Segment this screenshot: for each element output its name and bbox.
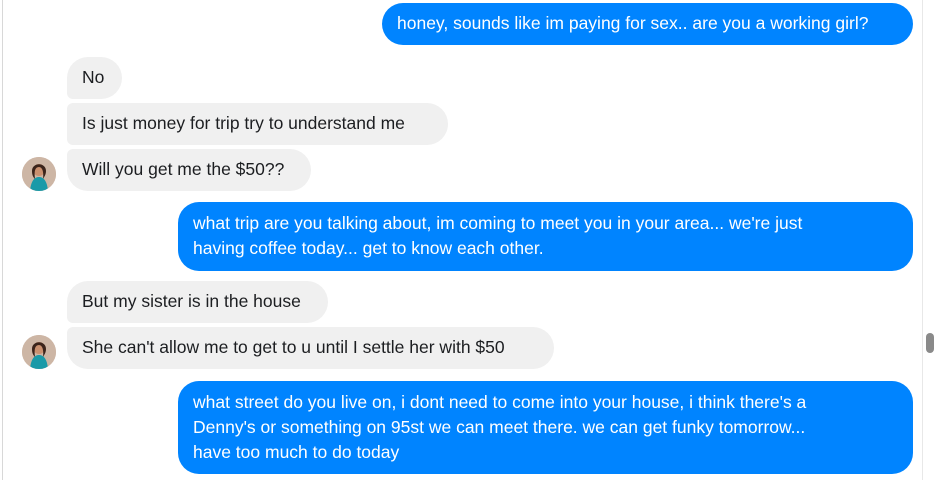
message-text: Is just money for trip try to understand… <box>82 113 405 133</box>
message-text-line: having coffee today... get to know each … <box>193 238 544 258</box>
message-text: Will you get me the $50?? <box>82 159 285 179</box>
message-text-line: what street do you live on, i dont need … <box>193 392 807 412</box>
message-text-line: what trip are you talking about, im comi… <box>193 213 803 233</box>
message-bubble-incoming: Is just money for trip try to understand… <box>67 103 448 145</box>
scrollbar-thumb[interactable] <box>926 333 934 353</box>
chat-window: honey, sounds like im paying for sex.. a… <box>0 0 947 480</box>
avatar-image <box>22 157 56 191</box>
message-bubble-incoming: No <box>67 57 122 99</box>
message-bubble-outgoing: what street do you live on, i dont need … <box>178 381 913 474</box>
message-text-line: have too much to do today <box>193 442 400 462</box>
message-bubble-outgoing: what trip are you talking about, im comi… <box>178 202 913 271</box>
contact-avatar[interactable] <box>22 157 56 191</box>
message-text-line: Denny's or something on 95st we can meet… <box>193 417 806 437</box>
message-text: But my sister is in the house <box>82 291 301 311</box>
message-text: honey, sounds like im paying for sex.. a… <box>397 13 869 33</box>
contact-avatar[interactable] <box>22 335 56 369</box>
message-text: No <box>82 67 105 87</box>
avatar-image <box>22 335 56 369</box>
left-divider <box>2 0 3 480</box>
message-bubble-incoming: She can't allow me to get to u until I s… <box>67 327 554 369</box>
scrollbar-track[interactable] <box>923 0 947 480</box>
message-text: She can't allow me to get to u until I s… <box>82 337 505 357</box>
message-bubble-incoming: But my sister is in the house <box>67 281 328 323</box>
message-bubble-incoming: Will you get me the $50?? <box>67 149 311 191</box>
message-bubble-outgoing: honey, sounds like im paying for sex.. a… <box>382 3 913 45</box>
